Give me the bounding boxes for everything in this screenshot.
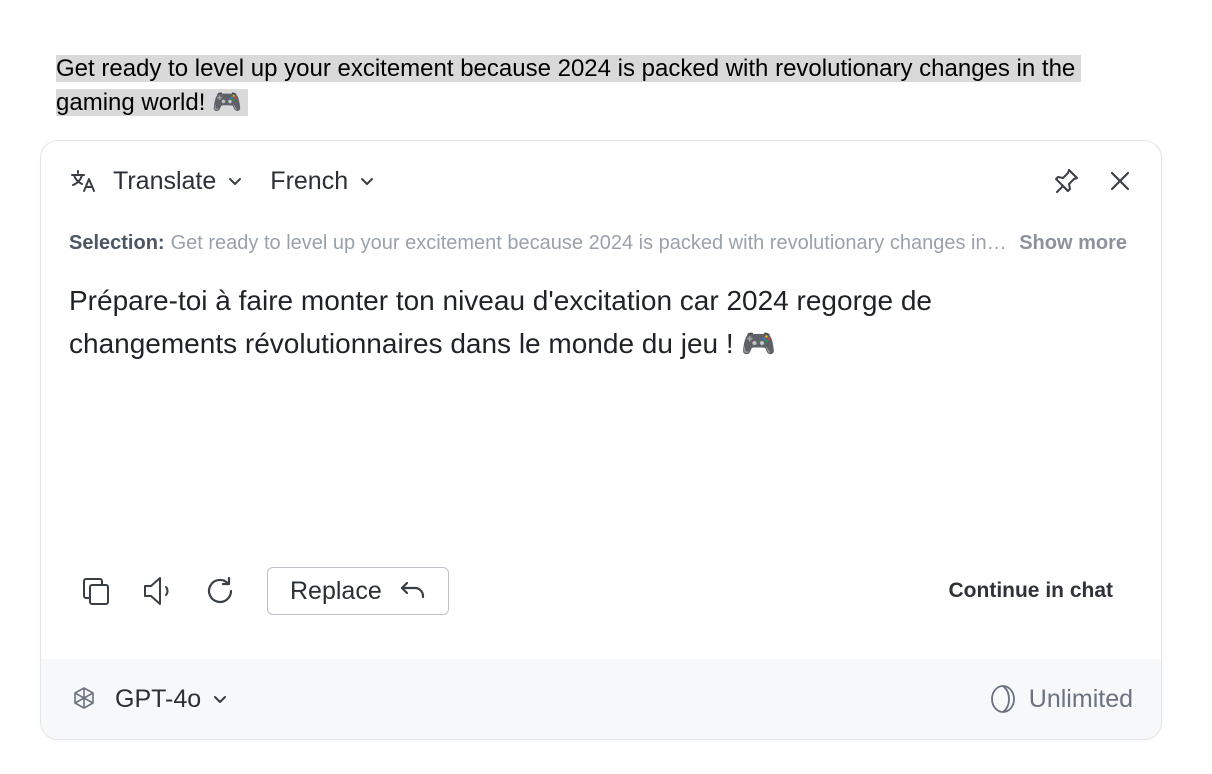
regenerate-button[interactable] [203, 574, 237, 608]
continue-in-chat-button[interactable]: Continue in chat [949, 579, 1114, 603]
usage-quota: Unlimited [989, 684, 1133, 714]
selected-page-text: Get ready to level up your excitement be… [56, 52, 1146, 120]
translate-icon [71, 170, 95, 192]
chevron-down-icon [361, 178, 374, 185]
selection-highlight: Get ready to level up your excitement be… [56, 55, 1082, 116]
language-label: French [270, 166, 349, 195]
panel-header: Translate French [69, 163, 1133, 199]
quota-label: Unlimited [1028, 684, 1133, 713]
chevron-down-icon [214, 696, 227, 703]
refresh-icon [207, 576, 233, 604]
copy-icon [83, 578, 109, 605]
close-button[interactable] [1107, 168, 1133, 194]
pin-icon [1055, 169, 1078, 193]
model-label: GPT-4o [115, 684, 202, 713]
header-actions [1051, 166, 1133, 196]
close-icon [1110, 171, 1130, 191]
model-dropdown[interactable]: GPT-4o [69, 684, 229, 714]
mode-dropdown[interactable]: Translate [69, 167, 244, 196]
replace-label: Replace [290, 576, 382, 605]
translate-panel: Translate French Selection: Get ready to… [40, 140, 1162, 740]
copy-button[interactable] [79, 574, 113, 608]
undo-icon [400, 581, 424, 599]
mode-label: Translate [113, 166, 217, 195]
selection-label: Selection: [69, 232, 165, 254]
replace-button[interactable]: Replace [267, 567, 449, 615]
result-actions: Replace Continue in chat [79, 566, 1113, 616]
translation-result: Prépare-toi à faire monter ton niveau d'… [69, 285, 932, 359]
openai-icon [74, 687, 94, 709]
chevron-down-icon [229, 178, 242, 185]
read-aloud-button[interactable] [141, 574, 175, 608]
show-more-link[interactable]: Show more [1019, 231, 1127, 255]
quota-icon [990, 685, 1015, 713]
pin-button[interactable] [1051, 166, 1081, 196]
speaker-icon [144, 577, 169, 605]
page: Get ready to level up your excitement be… [0, 0, 1212, 774]
selection-value: Get ready to level up your excitement be… [170, 232, 1010, 254]
language-dropdown[interactable]: French [270, 167, 376, 196]
selection-summary: Selection: Get ready to level up your ex… [69, 231, 1127, 255]
panel-footer: GPT-4o Unlimited [41, 659, 1161, 739]
